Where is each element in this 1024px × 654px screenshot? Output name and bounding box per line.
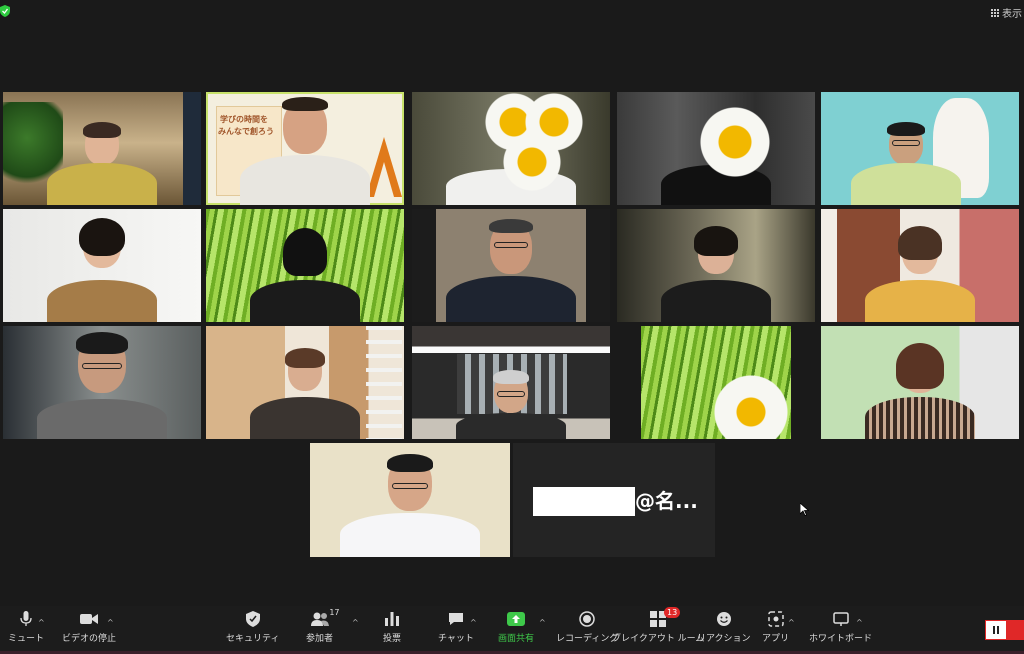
share-screen-button[interactable]: 画面共有	[498, 610, 534, 644]
participant-video	[661, 226, 771, 322]
breakout-icon: 13	[648, 607, 681, 628]
mute-options-caret[interactable]: ^	[38, 618, 45, 627]
pause-icon[interactable]	[985, 620, 1007, 640]
view-label: 表示	[1002, 9, 1022, 20]
breakout-rooms-button[interactable]: 13 ブレイクアウト ルーム	[612, 607, 705, 644]
video-tile-participant-14[interactable]	[617, 326, 815, 439]
reaction-icon	[714, 610, 734, 628]
video-tile-participant-16[interactable]	[310, 443, 510, 557]
participants-label: 参加者	[306, 634, 334, 644]
chat-button[interactable]: チャット	[438, 610, 474, 644]
video-tile-participant-6[interactable]	[3, 209, 201, 322]
stop-video-button[interactable]: ビデオの停止	[62, 610, 116, 644]
chat-options-caret[interactable]: ^	[470, 618, 477, 627]
participants-icon: 17	[310, 608, 340, 628]
breakout-label: ブレイクアウト ルーム	[612, 634, 705, 644]
polls-button[interactable]: 投票	[382, 610, 402, 644]
mute-button[interactable]: ミュート	[8, 610, 44, 644]
apps-label: アプリ	[762, 634, 790, 644]
recording-controls	[985, 620, 1024, 640]
security-label: セキュリティ	[226, 634, 280, 644]
mouse-cursor-icon	[800, 503, 809, 516]
mute-label: ミュート	[8, 634, 45, 644]
share-screen-icon	[506, 610, 526, 628]
video-tile-participant-11[interactable]	[3, 326, 201, 439]
recording-label: レコーディング	[556, 634, 619, 644]
apps-options-caret[interactable]: ^	[788, 618, 795, 627]
video-tile-participant-7[interactable]	[206, 209, 404, 322]
shield-icon	[243, 610, 263, 628]
stop-icon[interactable]	[1007, 620, 1024, 640]
top-bar: 表示	[0, 0, 1024, 24]
video-tile-participant-12[interactable]	[206, 326, 404, 439]
participant-video	[851, 122, 961, 205]
participant-video	[37, 332, 167, 439]
redacted-name	[533, 487, 635, 516]
security-button[interactable]: セキュリティ	[226, 610, 279, 644]
view-button[interactable]: 表示	[991, 5, 1022, 20]
whiteboard-icon	[831, 610, 851, 628]
apps-icon	[766, 610, 786, 628]
grid-view-icon	[991, 8, 999, 17]
video-tile-participant-9[interactable]	[617, 209, 815, 322]
video-tile-active-speaker[interactable]: 学びの時間を みんなで創ろう	[206, 92, 404, 205]
apps-button[interactable]: アプリ	[762, 610, 789, 644]
whiteboard-button[interactable]: ホワイトボード	[809, 610, 872, 644]
video-off-tile[interactable]: @名...	[513, 443, 715, 557]
recording-button[interactable]: レコーディング	[556, 610, 618, 644]
video-tile-participant-1[interactable]	[3, 92, 201, 205]
poll-icon	[382, 610, 402, 628]
privacy-flower-sticker	[502, 132, 562, 192]
participant-video	[865, 226, 975, 322]
participant-video	[446, 219, 576, 322]
video-tile-participant-15[interactable]	[821, 326, 1019, 439]
participant-video	[47, 122, 157, 205]
record-icon	[577, 610, 597, 628]
chat-label: チャット	[438, 634, 474, 644]
participant-video	[865, 343, 975, 439]
chat-icon	[446, 610, 466, 628]
security-shield-icon[interactable]	[0, 5, 10, 17]
share-options-caret[interactable]: ^	[539, 618, 546, 627]
participant-video	[240, 97, 370, 205]
participant-video	[456, 370, 566, 439]
video-camera-icon	[79, 610, 99, 628]
meeting-toolbar: ミュート ^ ビデオの停止 ^ セキュリティ 17 参加者 ^ 投票 チャット …	[0, 606, 1024, 654]
whiteboard-options-caret[interactable]: ^	[856, 618, 863, 627]
microphone-icon	[16, 610, 36, 628]
whiteboard-label: ホワイトボード	[809, 634, 873, 644]
video-tile-participant-3[interactable]	[412, 92, 610, 205]
participant-video	[47, 218, 157, 322]
participant-video	[250, 228, 360, 322]
breakout-badge: 13	[664, 607, 681, 618]
video-tile-participant-4[interactable]	[617, 92, 815, 205]
video-tile-participant-13[interactable]	[412, 326, 610, 439]
video-tile-participant-10[interactable]	[821, 209, 1019, 322]
participant-count: 17	[329, 608, 340, 617]
participant-video	[250, 348, 360, 439]
video-tile-participant-5[interactable]	[821, 92, 1019, 205]
participants-button[interactable]: 17 参加者	[306, 608, 340, 644]
privacy-flower-sticker	[699, 106, 771, 178]
polls-label: 投票	[382, 634, 401, 644]
video-tile-participant-8[interactable]	[412, 209, 610, 322]
video-options-caret[interactable]: ^	[107, 618, 114, 627]
video-label: ビデオの停止	[62, 634, 117, 644]
reactions-button[interactable]: リアクション	[697, 610, 751, 644]
reactions-label: リアクション	[697, 634, 751, 644]
participant-name-label: @名...	[635, 489, 698, 513]
participant-video	[340, 454, 480, 557]
participants-options-caret[interactable]: ^	[352, 618, 359, 627]
share-label: 画面共有	[498, 634, 535, 644]
